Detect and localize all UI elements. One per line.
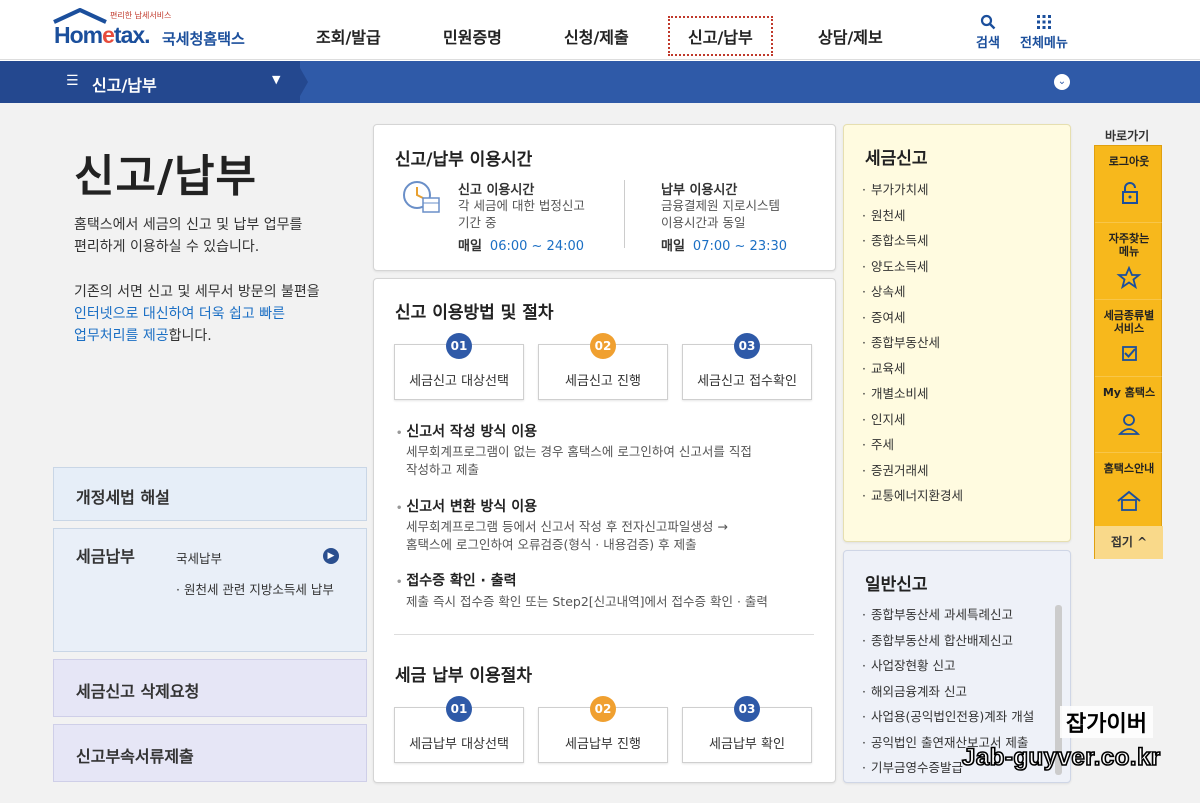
general-report-item[interactable]: 종합부동산세 과세특례신고: [862, 604, 1013, 623]
delete-request-box[interactable]: 세금신고 삭제요청: [53, 659, 367, 717]
hometax-logo[interactable]: 편리한 납세서비스 Hometax. 국세청홈택스: [52, 8, 252, 54]
tax-report-item[interactable]: 양도소득세: [862, 256, 929, 275]
tax-report-item[interactable]: 부가가치세: [862, 179, 929, 198]
breadcrumb-title: 신고/납부: [92, 76, 157, 95]
report-time-heading: 신고 이용시간: [458, 183, 535, 198]
quick-logout[interactable]: 로그아웃: [1095, 155, 1163, 168]
top-header: 편리한 납세서비스 Hometax. 국세청홈택스 조회/발급 민원증명 신청/…: [0, 0, 1200, 60]
attachment-submit-box[interactable]: 신고부속서류제출: [53, 724, 367, 782]
star-icon: [1115, 265, 1143, 290]
national-tax-payment-link[interactable]: 국세납부: [176, 548, 222, 567]
general-report-item[interactable]: 사업장현황 신고: [862, 655, 955, 674]
search-button[interactable]: 검색: [976, 12, 1000, 51]
tax-law-explanation-box[interactable]: 개정세법 해설: [53, 467, 367, 521]
quick-menu-title: 바로가기: [1105, 129, 1150, 143]
tax-report-title: 세금신고: [865, 149, 928, 169]
tax-report-item[interactable]: 종합부동산세: [862, 332, 940, 351]
method-heading: 접수증 확인 · 출력: [396, 570, 516, 590]
watermark-name: 잡가이버: [1060, 706, 1153, 738]
tax-report-item[interactable]: 교통에너지환경세: [862, 485, 963, 504]
tax-report-item[interactable]: 개별소비세: [862, 383, 929, 402]
local-income-tax-payment-link[interactable]: · 원천세 관련 지방소득세 납부: [176, 579, 334, 598]
pay-time-value: 매일 07:00 ~ 23:30: [661, 239, 788, 254]
method-desc: 세무회계프로그램 등에서 신고서 작성 후 전자신고파일생성 → 홈택스에 로그…: [406, 519, 728, 552]
nav-report-payment[interactable]: 신고/납부: [668, 16, 773, 56]
checkbox-icon: [1115, 342, 1143, 366]
general-report-item[interactable]: 종합부동산세 합산배제신고: [862, 630, 1013, 649]
divider: [1095, 222, 1163, 223]
nav-consulting[interactable]: 상담/제보: [818, 24, 883, 48]
quick-favorites[interactable]: 자주찾는 메뉴: [1095, 232, 1163, 258]
divider: [1095, 376, 1163, 377]
tax-report-item[interactable]: 종합소득세: [862, 230, 929, 249]
logo-tagline: 편리한 납세서비스: [110, 11, 172, 20]
home-icon: [1115, 488, 1143, 512]
general-report-item[interactable]: 해외금융계좌 신고: [862, 681, 967, 700]
page-title: 신고/납부: [74, 151, 257, 202]
divider: [624, 180, 625, 248]
caret-down-icon: ▼: [272, 73, 281, 86]
pay-time-desc: 금융결제원 지로시스템 이용시간과 동일: [661, 198, 780, 230]
tax-report-item[interactable]: 인지세: [862, 409, 906, 428]
quick-my-hometax[interactable]: My 홈택스: [1095, 386, 1163, 399]
method-heading: 신고서 작성 방식 이용: [396, 421, 537, 441]
method-heading: 신고서 변환 방식 이용: [396, 496, 537, 516]
clock-calendar-icon: [403, 181, 440, 213]
quick-tax-type-service[interactable]: 세금종류별 서비스: [1095, 309, 1163, 335]
quick-hometax-guide[interactable]: 홈택스안내: [1095, 462, 1163, 475]
general-report-title: 일반신고: [865, 575, 928, 595]
general-report-item[interactable]: 사업용(공익법인전용)계좌 개설: [862, 706, 1034, 725]
step-number: 03: [734, 333, 760, 359]
payment-procedure-title: 세금 납부 이용절차: [395, 666, 532, 686]
method-desc: 제출 즉시 접수증 확인 또는 Step2[신고내역]에서 접수증 확인 · 출…: [406, 594, 768, 609]
method-desc: 세무회계프로그램이 없는 경우 홈택스에 로그인하여 신고서를 직접 작성하고 …: [406, 444, 752, 477]
breadcrumb-arrow: [296, 61, 308, 103]
divider: [1095, 299, 1163, 300]
divider: [394, 634, 814, 635]
nav-certificate[interactable]: 민원증명: [443, 24, 502, 48]
report-time-value: 매일 06:00 ~ 24:00: [458, 239, 585, 254]
logo-subtitle: 국세청홈택스: [162, 30, 245, 48]
chevron-down-icon[interactable]: ⌄: [1054, 74, 1070, 90]
nav-inquiry[interactable]: 조회/발급: [316, 24, 381, 48]
logo-wordmark: Hometax.: [54, 22, 151, 48]
tax-report-item[interactable]: 원천세: [862, 205, 906, 224]
step-number: 01: [446, 333, 472, 359]
quick-menu-collapse-button[interactable]: 접기 ^: [1095, 526, 1163, 559]
grid-menu-icon: [1036, 15, 1051, 29]
section-bar: ☰ 신고/납부 ▼ ⌄: [0, 61, 1200, 103]
pay-time-heading: 납부 이용시간: [661, 183, 738, 198]
watermark-url: Jab-guyver.co.kr: [961, 743, 1161, 772]
tax-report-item[interactable]: 주세: [862, 434, 894, 453]
person-icon: [1115, 412, 1143, 436]
breadcrumb[interactable]: ☰ 신고/납부 ▼: [0, 61, 300, 103]
usage-time-title: 신고/납부 이용시간: [395, 150, 533, 170]
all-menu-button[interactable]: 전체메뉴: [1020, 12, 1068, 51]
page-description-2: 기존의 서면 신고 및 세무서 방문의 불편을 인터넷으로 대신하여 더욱 쉽고…: [74, 284, 320, 344]
nav-application[interactable]: 신청/제출: [564, 24, 629, 48]
search-icon: [980, 14, 996, 30]
tax-report-item[interactable]: 증여세: [862, 307, 906, 326]
step-number: 01: [446, 696, 472, 722]
procedure-title: 신고 이용방법 및 절차: [395, 303, 554, 323]
report-time-desc: 각 세금에 대한 법정신고 기간 중: [458, 198, 585, 230]
step-number: 03: [734, 696, 760, 722]
hamburger-icon: ☰: [66, 73, 79, 89]
step-number: 02: [590, 333, 616, 359]
divider: [1095, 452, 1163, 453]
quick-menu: 로그아웃 자주찾는 메뉴 세금종류별 서비스 My 홈택스 홈택스안내 접기 ^: [1094, 145, 1163, 559]
unlock-icon: [1115, 182, 1143, 206]
tax-report-item[interactable]: 상속세: [862, 281, 906, 300]
tax-report-item[interactable]: 교육세: [862, 358, 906, 377]
page-description: 홈택스에서 세금의 신고 및 납부 업무를 편리하게 이용하실 수 있습니다.: [74, 217, 303, 255]
general-report-item[interactable]: 기부금영수증발급: [862, 757, 963, 776]
arrow-right-icon[interactable]: ▶: [323, 548, 339, 564]
tax-report-item[interactable]: 증권거래세: [862, 460, 929, 479]
step-number: 02: [590, 696, 616, 722]
